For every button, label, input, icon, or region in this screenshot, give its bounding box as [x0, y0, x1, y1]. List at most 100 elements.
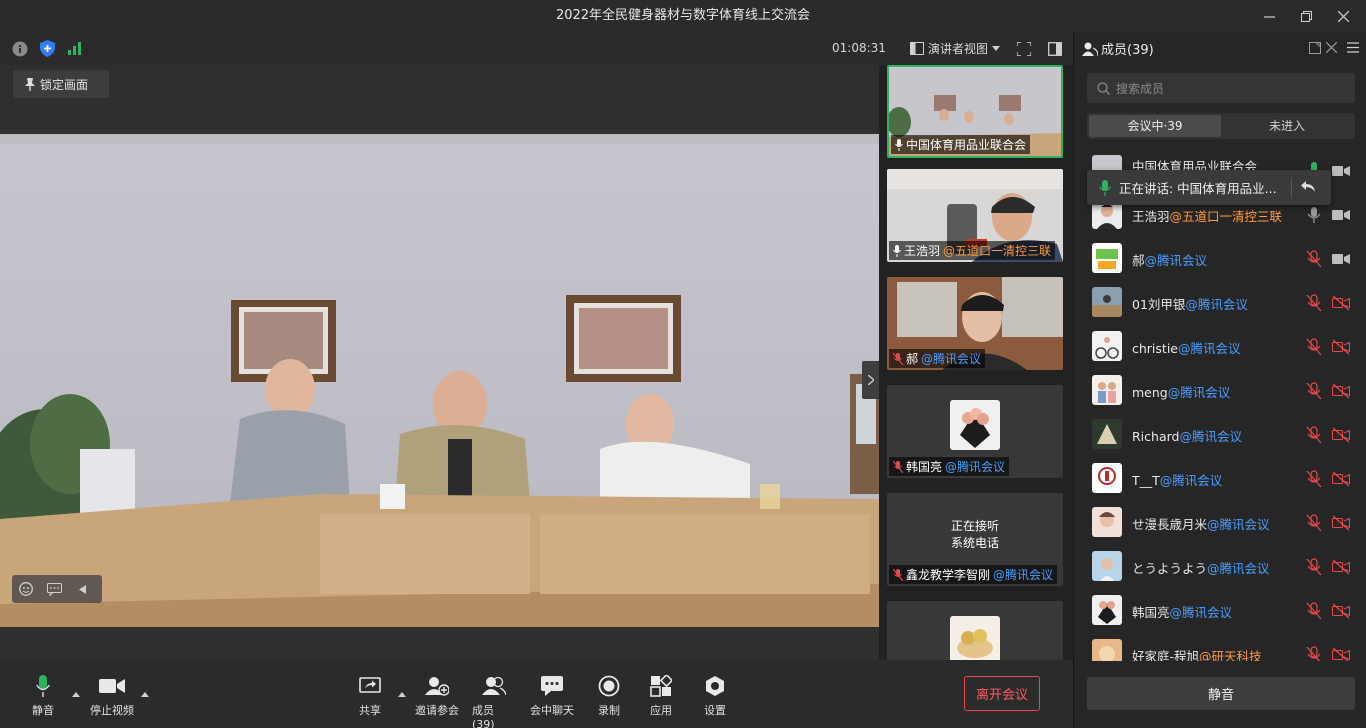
member-name: 韩国亮@腾讯会议	[1132, 605, 1233, 620]
record-icon	[598, 674, 620, 698]
camera-off-icon	[1332, 647, 1350, 661]
pin-icon	[25, 77, 35, 91]
popout-icon[interactable]	[1309, 42, 1321, 58]
layout-view-label: 演讲者视图	[928, 41, 989, 56]
member-row[interactable]: せ漫長歳月米@腾讯会议	[1074, 501, 1366, 545]
mic-muted-icon	[1306, 250, 1322, 268]
thumbnail-org: @腾讯会议	[945, 460, 1006, 474]
apps-button[interactable]: 应用	[648, 674, 674, 718]
gear-icon	[704, 674, 726, 698]
lock-view-button[interactable]: 锁定画面	[13, 70, 109, 98]
thumbnail-name-tag: 韩国亮 @腾讯会议	[889, 457, 1010, 476]
avatar	[1092, 243, 1122, 273]
member-row[interactable]: christie@腾讯会议	[1074, 325, 1366, 369]
member-row[interactable]: 郝@腾讯会议	[1074, 237, 1366, 281]
chat-bubble-icon[interactable]	[40, 575, 68, 603]
members-panel-title: 成员(39)	[1101, 43, 1154, 58]
camera-off-icon	[1332, 603, 1350, 619]
member-row[interactable]: 01刘甲银@腾讯会议	[1074, 281, 1366, 325]
video-thumbnail[interactable]: 中国体育用品业联合会	[887, 65, 1063, 158]
thumbnail-org: @腾讯会议	[993, 568, 1054, 582]
member-search-placeholder: 搜索成员	[1116, 81, 1165, 96]
share-options-caret-icon[interactable]	[398, 690, 406, 698]
stop-video-button[interactable]: 停止视频	[88, 674, 136, 718]
menu-icon[interactable]	[1347, 42, 1359, 57]
invite-label: 邀请参会	[415, 704, 459, 717]
camera-off-icon	[1332, 295, 1350, 311]
member-name: 郝@腾讯会议	[1132, 253, 1208, 268]
mic-active-icon	[1099, 179, 1111, 196]
strip-collapse-button[interactable]	[862, 361, 879, 399]
camera-icon	[1332, 166, 1350, 176]
video-thumbnail[interactable]: 正在接听 系统电话 鑫龙教学李智刚 @腾讯会议	[887, 493, 1063, 586]
video-thumbnail[interactable]	[887, 601, 1063, 660]
fullscreen-icon[interactable]	[1016, 41, 1032, 57]
tab-in-meeting[interactable]: 会议中·39	[1089, 115, 1221, 137]
member-row[interactable]: とうようよう@腾讯会议	[1074, 545, 1366, 589]
video-thumbnail[interactable]: 王浩羽 @五道口一清控三联	[887, 169, 1063, 262]
video-thumbnail[interactable]: 郝 @腾讯会议	[887, 277, 1063, 370]
record-button[interactable]: 录制	[596, 674, 622, 718]
info-icon[interactable]	[11, 40, 28, 57]
chat-button[interactable]: 会中聊天	[530, 674, 574, 718]
member-row[interactable]: Richard@腾讯会议	[1074, 413, 1366, 457]
minimize-icon[interactable]	[1252, 0, 1286, 32]
mute-all-button[interactable]: 静音	[1087, 677, 1355, 710]
reaction-bar	[12, 575, 102, 603]
avatar	[1092, 287, 1122, 317]
settings-button[interactable]: 设置	[702, 674, 728, 718]
mic-muted-icon	[1306, 514, 1322, 532]
members-label: 成员(39)	[472, 704, 495, 728]
layout-view-dropdown[interactable]: 演讲者视图	[910, 38, 1001, 58]
share-button[interactable]: 共享	[356, 674, 384, 718]
security-shield-icon[interactable]	[39, 39, 56, 57]
member-row[interactable]: 好家庭-程旭@研天科技	[1074, 633, 1366, 661]
speaking-indicator[interactable]: 正在讲话: 中国体育用品业...	[1087, 170, 1331, 205]
member-name: 王浩羽@五道口一清控三联	[1132, 209, 1283, 224]
mic-muted-icon	[1306, 338, 1322, 356]
phone-call-status: 正在接听 系统电话	[887, 518, 1063, 552]
collapse-left-icon[interactable]	[68, 575, 96, 603]
add-user-icon	[425, 674, 449, 698]
member-row[interactable]: T__T@腾讯会议	[1074, 457, 1366, 501]
thumbnail-org: @腾讯会议	[921, 352, 982, 366]
video-thumbnail[interactable]: 韩国亮 @腾讯会议	[887, 385, 1063, 478]
members-icon	[482, 674, 506, 698]
mute-label: 静音	[32, 704, 54, 717]
mic-options-caret-icon[interactable]	[72, 690, 80, 698]
layout-icon	[910, 41, 924, 55]
avatar	[1092, 507, 1122, 537]
member-name: meng@腾讯会议	[1132, 385, 1231, 400]
apps-icon	[650, 674, 672, 698]
mute-button[interactable]: 静音	[28, 674, 58, 718]
bottom-toolbar: 静音 停止视频 共享 邀请参会 成员(39) 会中聊天 录制 应用 设置 离开会…	[0, 660, 1073, 728]
chat-icon	[541, 674, 563, 698]
tab-not-joined[interactable]: 未进入	[1221, 115, 1353, 137]
thumbnail-name-tag: 鑫龙教学李智刚 @腾讯会议	[889, 565, 1058, 584]
emoji-icon[interactable]	[12, 575, 40, 603]
members-button[interactable]: 成员(39)	[472, 674, 516, 728]
signal-strength-icon[interactable]	[67, 40, 83, 56]
close-icon[interactable]	[1326, 0, 1360, 32]
member-row[interactable]: meng@腾讯会议	[1074, 369, 1366, 413]
avatar	[950, 616, 1000, 660]
mic-muted-icon	[893, 352, 903, 365]
sidebar-toggle-icon[interactable]	[1047, 41, 1063, 57]
camera-off-icon	[1332, 383, 1350, 399]
invite-button[interactable]: 邀请参会	[414, 674, 460, 718]
speaking-text: 正在讲话: 中国体育用品业...	[1119, 181, 1277, 196]
leave-meeting-button[interactable]: 离开会议	[964, 676, 1040, 711]
panel-close-icon[interactable]	[1325, 41, 1338, 57]
mic-icon	[893, 244, 901, 257]
restore-icon[interactable]	[1289, 0, 1323, 32]
avatar	[1092, 375, 1122, 405]
camera-off-icon	[1332, 427, 1350, 443]
share-label: 共享	[359, 704, 381, 717]
video-options-caret-icon[interactable]	[141, 690, 149, 698]
mic-muted-icon	[1306, 602, 1322, 620]
record-label: 录制	[598, 704, 620, 717]
member-search-input[interactable]: 搜索成员	[1087, 73, 1355, 103]
member-row[interactable]: 韩国亮@腾讯会议	[1074, 589, 1366, 633]
stop-video-label: 停止视频	[90, 704, 134, 717]
return-arrow-icon[interactable]	[1301, 180, 1315, 195]
